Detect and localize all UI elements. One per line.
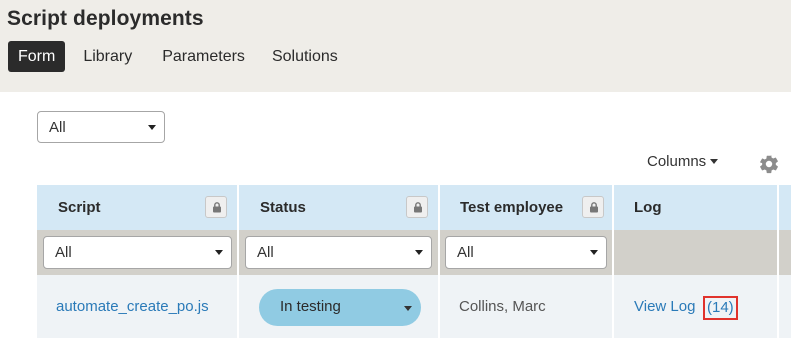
- column-header-log[interactable]: Log: [634, 185, 662, 230]
- column-divider: [612, 185, 614, 338]
- deployments-grid: Script Status Test employee Log All All …: [37, 185, 791, 338]
- page-title: Script deployments: [7, 7, 204, 30]
- lock-icon: [213, 202, 221, 213]
- tab-form[interactable]: Form: [8, 41, 66, 72]
- script-filter-select[interactable]: All: [43, 236, 232, 269]
- tab-parameters[interactable]: Parameters: [152, 41, 255, 72]
- columns-label: Columns: [647, 153, 707, 170]
- status-column-filter-select[interactable]: All: [245, 236, 432, 269]
- columns-button[interactable]: Columns: [647, 153, 719, 170]
- tab-bar: Form Library Parameters Solutions: [8, 41, 354, 72]
- lock-icon: [590, 202, 598, 213]
- column-header-script[interactable]: Script: [58, 185, 101, 230]
- column-header-status[interactable]: Status: [260, 185, 306, 230]
- lock-column-button[interactable]: [205, 196, 227, 218]
- lock-column-button[interactable]: [406, 196, 428, 218]
- column-divider: [237, 185, 239, 338]
- chevron-down-icon: [215, 250, 223, 255]
- status-dropdown[interactable]: In testing: [259, 289, 421, 326]
- status-filter-select[interactable]: All: [37, 111, 165, 143]
- column-header-test-employee[interactable]: Test employee: [460, 185, 563, 230]
- tab-solutions[interactable]: Solutions: [262, 41, 348, 72]
- column-divider: [777, 185, 779, 338]
- chevron-down-icon: [404, 306, 412, 311]
- grid-right-strip: [777, 185, 791, 338]
- test-employee-filter-select[interactable]: All: [445, 236, 607, 269]
- test-employee-value: Collins, Marc: [459, 298, 546, 315]
- status-value: In testing: [280, 298, 341, 315]
- script-filter-value: All: [55, 244, 72, 261]
- chevron-down-icon: [415, 250, 423, 255]
- column-divider: [438, 185, 440, 338]
- view-log-link[interactable]: View Log: [634, 298, 695, 315]
- log-count-link[interactable]: (14): [703, 296, 738, 320]
- script-link[interactable]: automate_create_po.js: [56, 298, 209, 315]
- top-bar: Script deployments Form Library Paramete…: [0, 0, 791, 92]
- test-employee-filter-value: All: [457, 244, 474, 261]
- status-column-filter-value: All: [257, 244, 274, 261]
- caret-down-icon: [710, 159, 719, 164]
- chevron-down-icon: [590, 250, 598, 255]
- status-filter-value: All: [49, 119, 66, 136]
- lock-icon: [414, 202, 422, 213]
- chevron-down-icon: [148, 125, 156, 130]
- lock-column-button[interactable]: [582, 196, 604, 218]
- gear-icon[interactable]: [758, 153, 780, 175]
- tab-library[interactable]: Library: [73, 41, 142, 72]
